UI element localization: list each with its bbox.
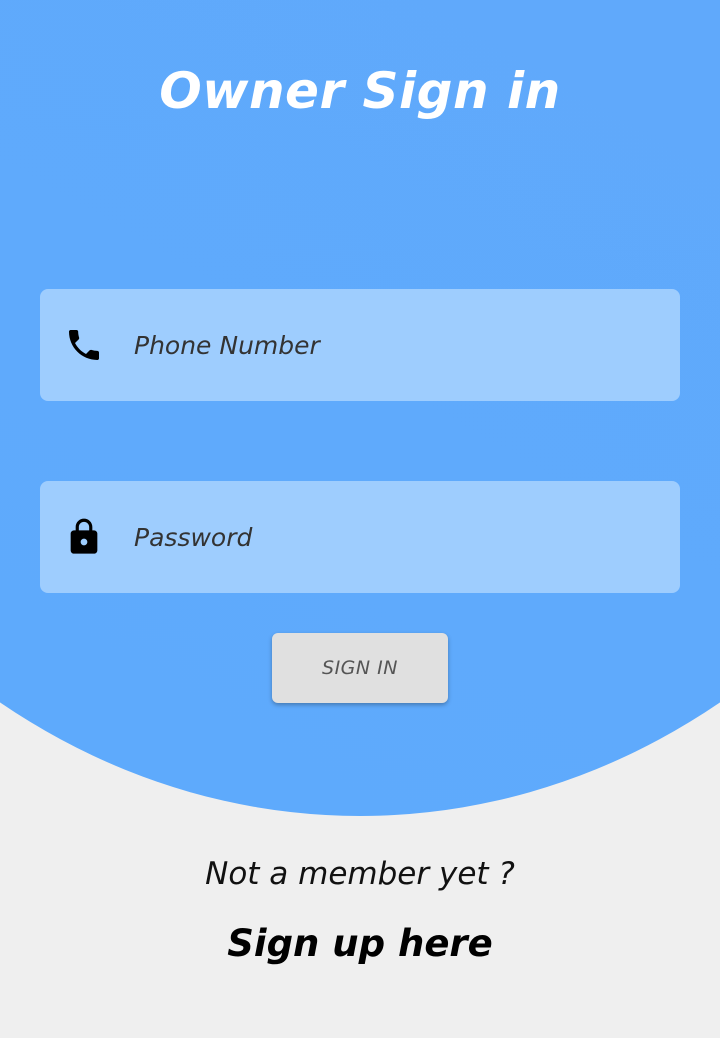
phone-icon xyxy=(64,325,104,365)
password-input[interactable] xyxy=(132,506,680,568)
sign-in-button[interactable]: SIGN IN xyxy=(272,633,448,703)
password-field[interactable] xyxy=(40,481,680,593)
phone-input[interactable] xyxy=(132,314,680,376)
not-member-text: Not a member yet ? xyxy=(205,856,515,892)
page-title: Owner Sign in xyxy=(159,62,561,120)
sign-up-link[interactable]: Sign up here xyxy=(0,922,720,965)
phone-field[interactable] xyxy=(40,289,680,401)
lock-icon xyxy=(64,517,104,557)
sign-in-screen: Owner Sign in SIGN IN Not a member yet ?… xyxy=(0,0,720,1038)
